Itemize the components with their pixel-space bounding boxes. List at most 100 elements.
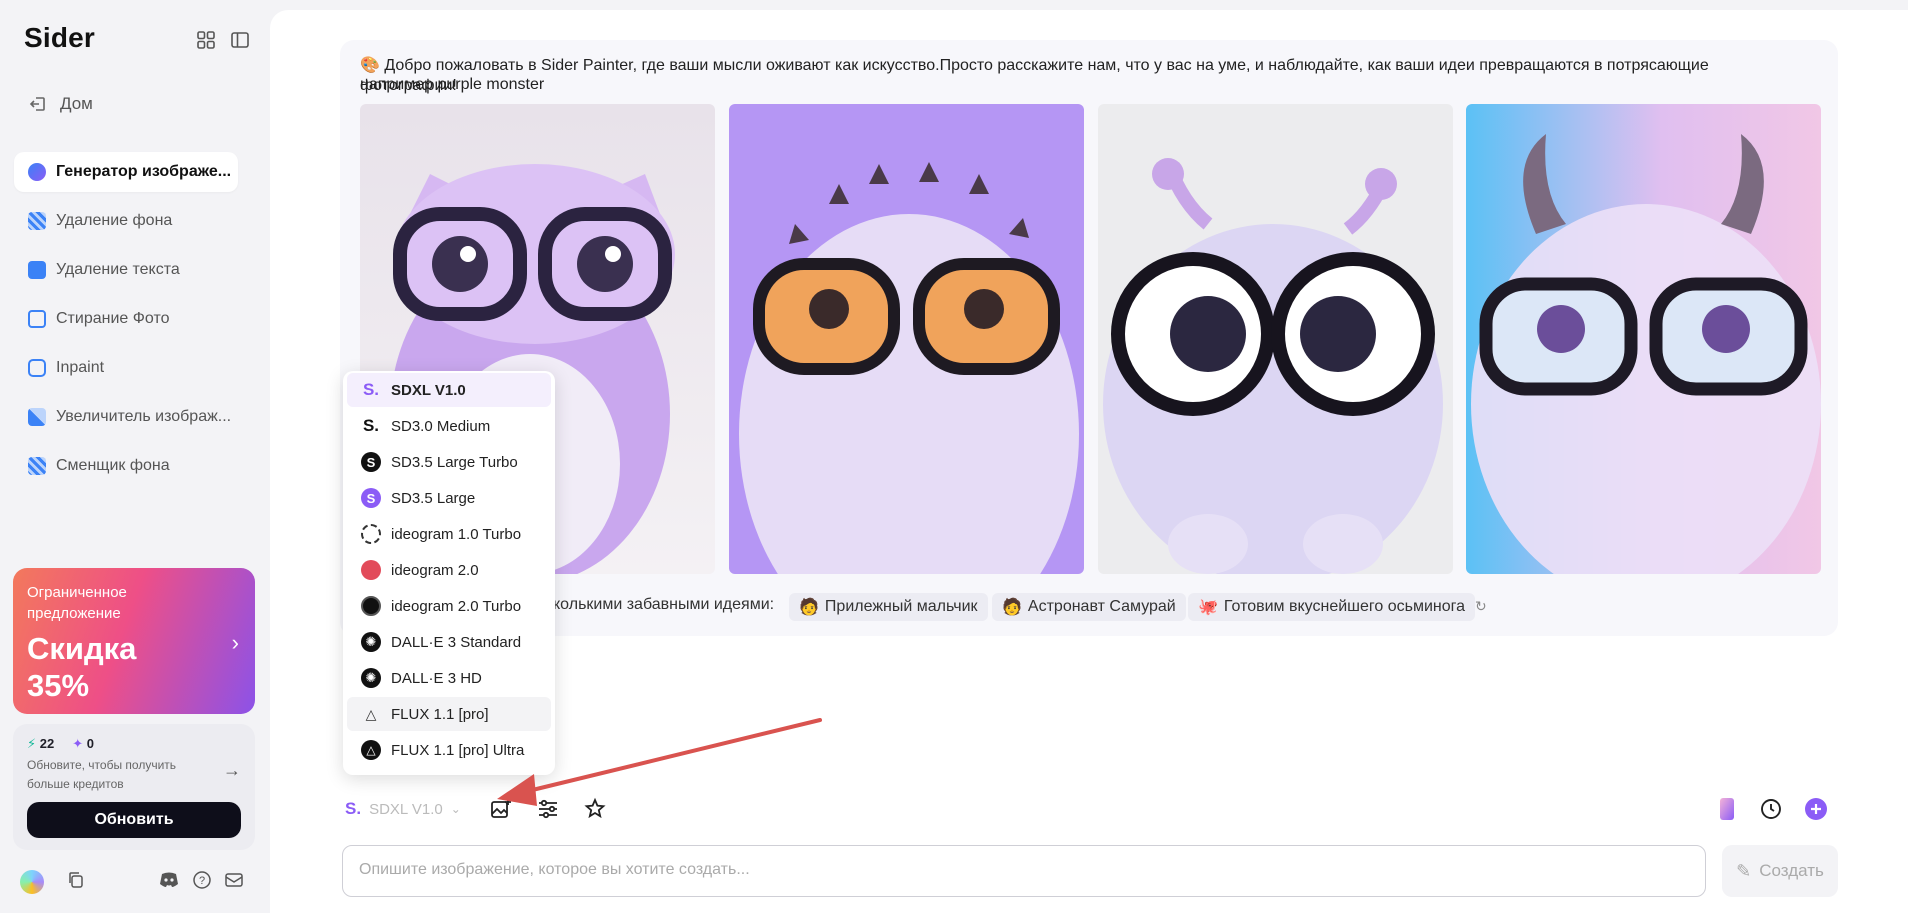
create-button-label: Создать: [1759, 861, 1824, 880]
openai-icon: ✺: [361, 668, 381, 688]
phone-gradient-icon: [1720, 798, 1734, 820]
sidebar-item-remove-background[interactable]: Удаление фона: [14, 201, 238, 241]
model-option-ideogram-20[interactable]: ideogram 2.0: [347, 553, 551, 587]
sidebar-footer: ?: [20, 870, 250, 894]
create-button[interactable]: ✎ Создать: [1722, 845, 1838, 897]
nav-home[interactable]: Дом: [28, 94, 93, 114]
example-prompt[interactable]: например purple monster: [360, 76, 544, 94]
image-add-icon: [491, 799, 511, 818]
model-dropdown: S. SDXL V1.0 S. SD3.0 Medium S SD3.5 Lar…: [343, 371, 555, 775]
chevron-right-icon: ›: [231, 630, 239, 655]
sidebar-item-label: Inpaint: [56, 359, 105, 376]
palette-icon: 🎨: [360, 57, 380, 74]
arrow-right-icon[interactable]: →: [223, 760, 241, 781]
app-logo[interactable]: Sider: [24, 22, 95, 54]
promo-subtitle: Ограниченное предложение: [27, 584, 127, 622]
sidebar-top-icons: [196, 30, 250, 50]
ideogram-icon: [361, 596, 381, 616]
model-option-ideogram-10-turbo[interactable]: ideogram 1.0 Turbo: [347, 517, 551, 551]
model-option-dalle3-standard[interactable]: ✺ DALL·E 3 Standard: [347, 625, 551, 659]
stability-circle-icon: S: [361, 488, 381, 508]
copy-icon[interactable]: [66, 870, 86, 895]
discord-icon[interactable]: [158, 870, 180, 895]
stability-s-icon: S.: [345, 799, 362, 818]
help-icon[interactable]: ?: [192, 870, 212, 895]
sample-image-4[interactable]: [1466, 104, 1821, 574]
suggestion-chip[interactable]: 🐙 Готовим вкуснейшего осьминога: [1188, 593, 1476, 621]
sliders-icon: [539, 799, 557, 819]
image-generator-icon: [28, 163, 46, 181]
mail-icon[interactable]: [224, 870, 244, 895]
history-icon: [1761, 799, 1781, 819]
sample-image-3[interactable]: [1098, 104, 1453, 574]
model-option-flux-11-pro[interactable]: △ FLUX 1.1 [pro]: [347, 697, 551, 731]
photo-eraser-icon: [28, 310, 46, 328]
suggestion-chip[interactable]: 🧑 Астронавт Самурай: [992, 593, 1186, 621]
history-button[interactable]: [1758, 796, 1784, 822]
remove-text-icon: [28, 261, 46, 279]
promo-banner[interactable]: Ограниченное предложение Скидка 35% ›: [13, 568, 255, 714]
background-changer-icon: [28, 457, 46, 475]
sidebar-item-label: Сменщик фона: [56, 457, 170, 474]
mobile-app-button[interactable]: [1714, 796, 1740, 822]
sidebar-item-label: Генератор изображе...: [56, 163, 232, 180]
nav-home-label: Дом: [60, 94, 93, 113]
model-option-ideogram-20-turbo[interactable]: ideogram 2.0 Turbo: [347, 589, 551, 623]
sidebar-item-label: Удаление текста: [56, 261, 180, 278]
sparkle-icon: ✦: [72, 736, 84, 751]
sidebar-toggle-icon[interactable]: [230, 30, 250, 50]
person-icon: 🧑: [799, 599, 819, 616]
model-option-sd35-large-turbo[interactable]: S SD3.5 Large Turbo: [347, 445, 551, 479]
model-select-value: SDXL V1.0: [369, 800, 443, 818]
model-option-flux-11-pro-ultra[interactable]: △ FLUX 1.1 [pro] Ultra: [347, 733, 551, 767]
model-select[interactable]: S. SDXL V1.0 ⌄: [345, 796, 461, 822]
home-exit-icon: [29, 97, 45, 111]
bolt-icon: ⚡: [27, 736, 37, 751]
credit-counts: ⚡ 22 ✦ 0: [27, 736, 94, 752]
welcome-text: 🎨 Добро пожаловать в Sider Painter, где …: [360, 57, 1709, 94]
upgrade-button[interactable]: Обновить: [27, 802, 241, 838]
promo-title: Скидка 35%: [27, 631, 137, 703]
suggestion-chip[interactable]: 🧑 Прилежный мальчик: [789, 593, 988, 621]
sidebar-item-label: Удаление фона: [56, 212, 173, 229]
openai-icon: ✺: [361, 632, 381, 652]
sidebar-item-label: Стирание Фото: [56, 310, 170, 327]
sidebar-item-upscaler[interactable]: Увеличитель изображ...: [14, 397, 238, 437]
new-chat-button[interactable]: [1803, 796, 1829, 822]
flux-icon: △: [365, 705, 377, 722]
octopus-icon: 🐙: [1198, 599, 1218, 616]
sidebar-item-image-generator[interactable]: Генератор изображе...: [14, 152, 238, 192]
model-option-dalle3-hd[interactable]: ✺ DALL·E 3 HD: [347, 661, 551, 695]
refresh-icon[interactable]: ↻: [1475, 598, 1487, 615]
stability-s-icon: S.: [362, 416, 380, 435]
sidebar-item-remove-text[interactable]: Удаление текста: [14, 250, 238, 290]
credits-panel: ⚡ 22 ✦ 0 Обновите, чтобы получить больше…: [13, 724, 255, 850]
remove-background-icon: [28, 212, 46, 230]
sidebar-nav: Генератор изображе... Удаление фона Удал…: [14, 152, 238, 495]
image-reference-button[interactable]: [489, 797, 513, 821]
prompt-input[interactable]: [357, 860, 1661, 880]
astronaut-icon: 🧑: [1002, 599, 1022, 616]
sidebar-item-background-changer[interactable]: Сменщик фона: [14, 446, 238, 486]
advanced-credits: ✦ 0: [72, 736, 94, 751]
sidebar: Sider Дом Генератор изображе... Удаление…: [0, 0, 268, 913]
svg-text:?: ?: [199, 875, 205, 887]
credits-hint: Обновите, чтобы получить больше кредитов: [27, 758, 177, 791]
fast-credits: ⚡ 22: [27, 736, 55, 751]
prompt-box: [342, 845, 1706, 897]
sidebar-item-inpaint[interactable]: Inpaint: [14, 348, 238, 388]
style-magic-button[interactable]: [583, 797, 607, 821]
sidebar-item-photo-eraser[interactable]: Стирание Фото: [14, 299, 238, 339]
ideogram-icon: [361, 560, 381, 580]
sidebar-item-label: Увеличитель изображ...: [56, 408, 232, 425]
avatar[interactable]: [20, 870, 44, 894]
flux-icon: △: [361, 740, 381, 760]
ideogram-icon: [361, 524, 381, 544]
sample-image-2[interactable]: [729, 104, 1084, 574]
model-option-sd35-large[interactable]: S SD3.5 Large: [347, 481, 551, 515]
magic-wand-icon: ✎: [1736, 860, 1752, 881]
model-option-sd30-medium[interactable]: S. SD3.0 Medium: [347, 409, 551, 443]
model-option-sdxl[interactable]: S. SDXL V1.0: [347, 373, 551, 407]
apps-grid-icon[interactable]: [196, 30, 216, 50]
settings-sliders-button[interactable]: [536, 797, 560, 821]
